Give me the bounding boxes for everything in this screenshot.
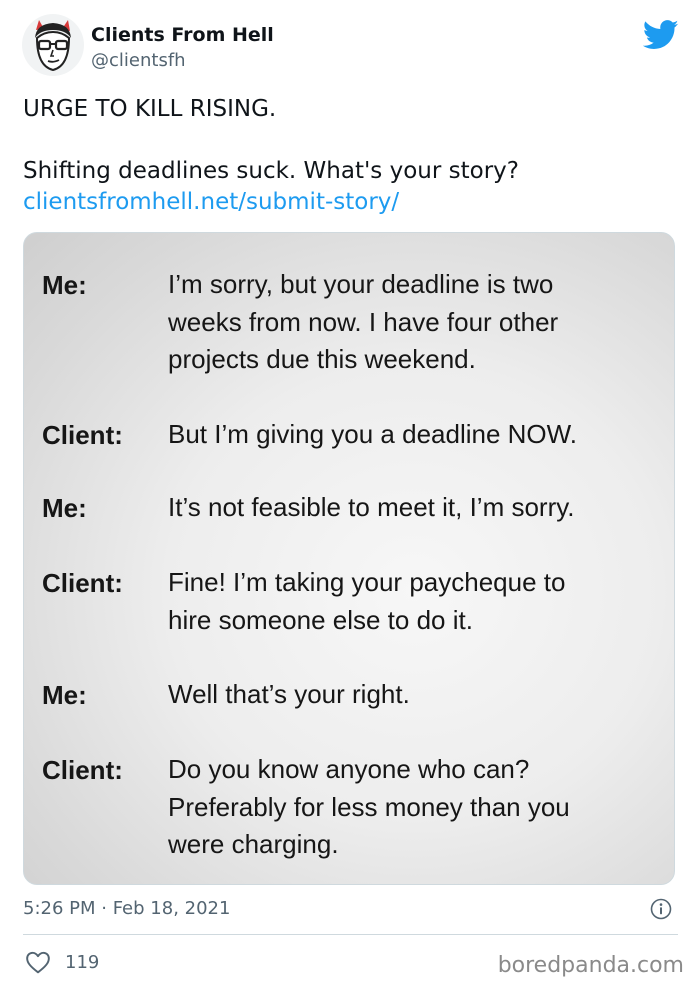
message-text: It’s not feasible to meet it, I’m sorry. [168,489,648,527]
message-text: Well that’s your right. [168,676,648,714]
tweet-line-1: URGE TO KILL RISING. [23,96,277,122]
message-line: Do you know anyone who can? [168,754,530,784]
heart-icon [26,951,50,974]
watermark: boredpanda.com [497,953,684,978]
message-text: I’m sorry, but your deadline is two week… [168,266,648,379]
speaker-label: Me: [42,680,87,710]
like-button[interactable]: 119 [25,948,99,976]
message-text: But I’m giving you a deadline NOW. [168,416,648,454]
message-text: Fine! I’m taking your paycheque to hire … [168,564,648,639]
tweet-image[interactable]: Me: I’m sorry, but your deadline is two … [23,232,675,885]
speaker-label: Me: [42,493,87,523]
tweet-text: URGE TO KILL RISING. Shifting deadlines … [23,94,673,218]
speaker-label: Client: [42,755,123,785]
tweet-line-2: Shifting deadlines suck. What's your sto… [23,158,519,184]
footer-divider [23,934,678,935]
message-line: Fine! I’m taking your paycheque to [168,567,566,597]
message-line: I’m sorry, but your deadline is two [168,269,554,299]
author-handle[interactable]: @clientsfh [91,49,186,73]
speaker-label: Me: [42,270,87,300]
message-text: Do you know anyone who can? Preferably f… [168,751,648,864]
like-count: 119 [65,951,100,973]
twitter-bird-icon[interactable] [642,20,679,50]
speaker-label: Client: [42,568,123,598]
tweet-timestamp[interactable]: 5:26 PM · Feb 18, 2021 [23,897,230,921]
message-line: were charging. [168,829,339,859]
message-line: It’s not feasible to meet it, I’m sorry. [168,492,575,522]
avatar-cartoon-face-with-horns [35,20,71,72]
message-line: projects due this weekend. [168,344,476,374]
message-line: But I’m giving you a deadline NOW. [168,419,577,449]
message-line: hire someone else to do it. [168,604,473,635]
message-line: Well that’s your right. [168,679,410,709]
author-display-name[interactable]: Clients From Hell [91,22,274,48]
avatar[interactable] [22,14,84,76]
speaker-label: Client: [42,420,123,450]
submit-story-link[interactable]: clientsfromhell.net/submit-story/ [23,189,399,215]
message-line: weeks from now. I have four other [168,306,559,337]
info-icon[interactable] [650,898,672,920]
message-line: Preferably for less money than you [168,791,570,822]
